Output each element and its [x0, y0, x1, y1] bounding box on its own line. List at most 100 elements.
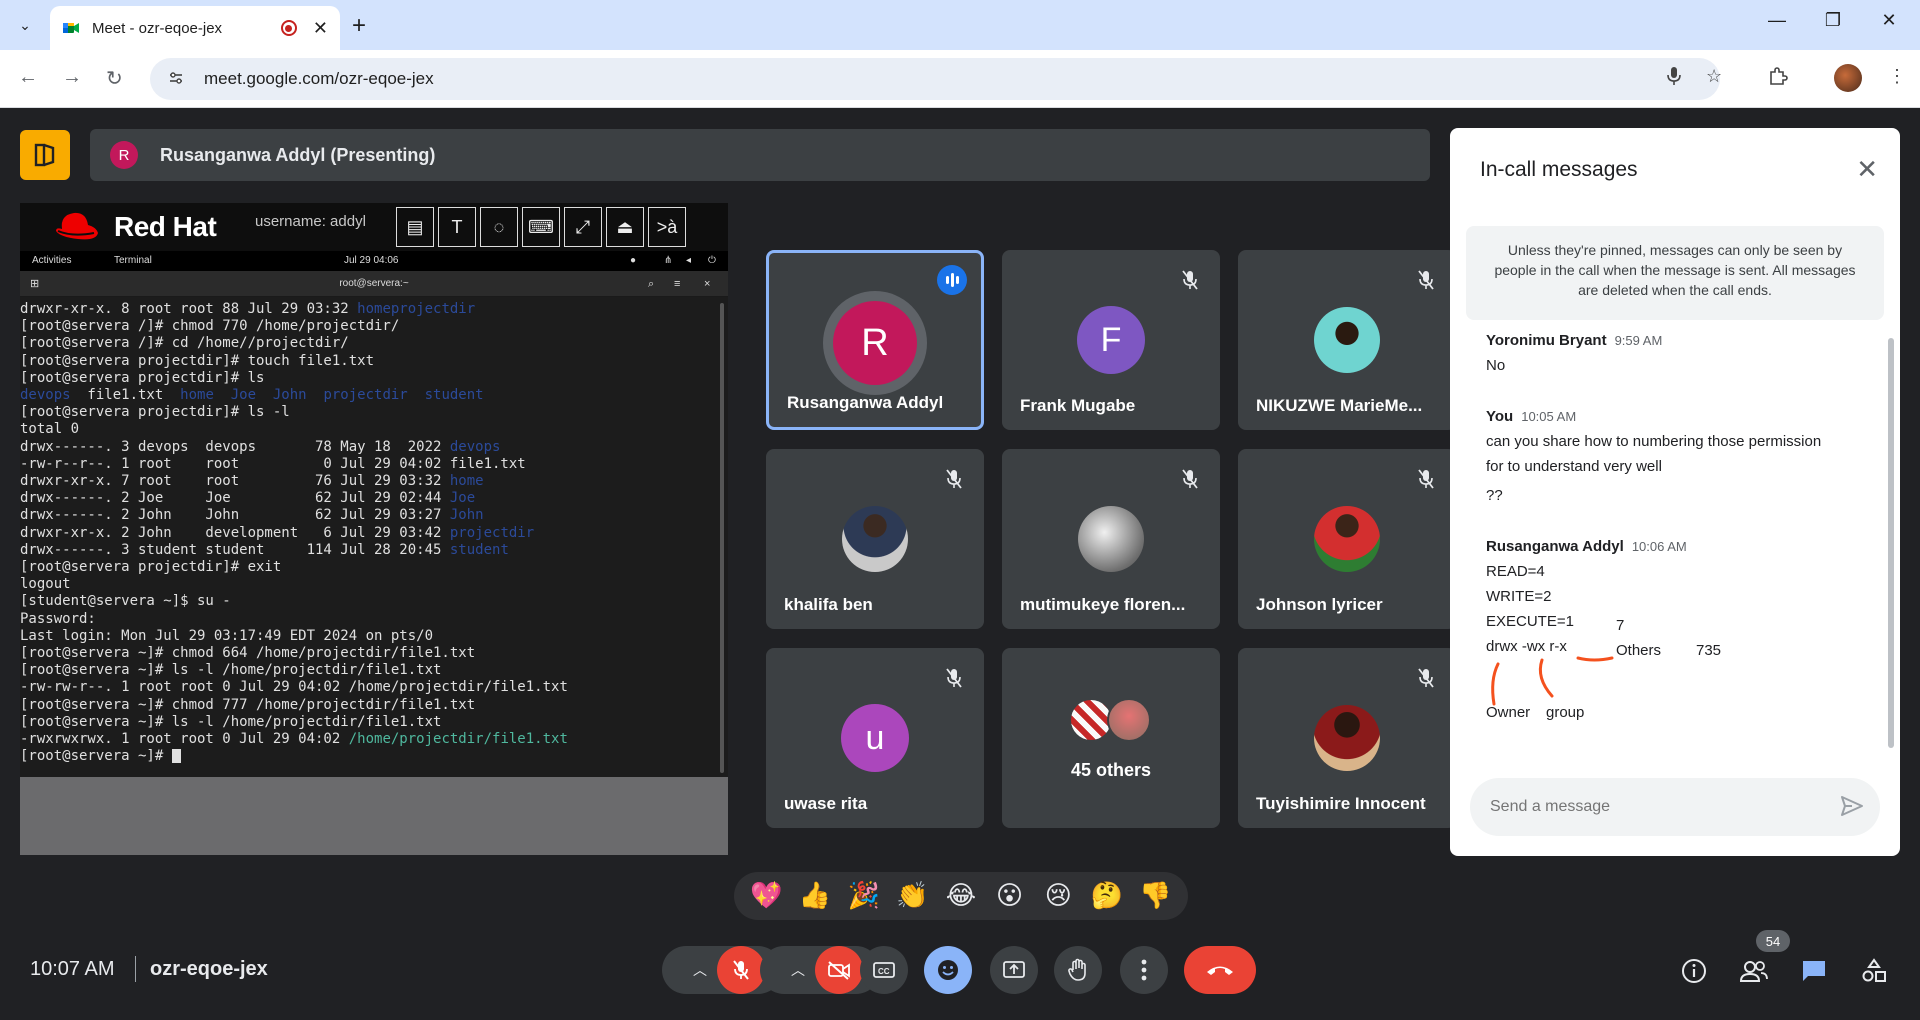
participant-tile[interactable]: mutimukeye floren...	[1002, 449, 1220, 629]
audio-options-chevron-icon[interactable]: ︿	[679, 960, 717, 980]
participant-name: uwase rita	[784, 794, 868, 813]
muted-mic-icon	[1412, 664, 1440, 692]
participant-tile[interactable]: Tuyishimire Innocent	[1238, 648, 1456, 828]
meeting-details-icon[interactable]	[1678, 955, 1710, 987]
tab-title: Meet - ozr-eqoe-jex	[92, 19, 223, 37]
activities-label: Activities	[32, 255, 72, 266]
participant-tile[interactable]: khalifa ben	[766, 449, 984, 629]
participant-tile[interactable]: u uwase rita	[766, 648, 984, 828]
message-text: READ=4	[1486, 563, 1545, 580]
close-tab-icon[interactable]: ✕	[313, 18, 328, 39]
reaction-emoji[interactable]: 😂	[940, 881, 982, 911]
refresh-tool-icon[interactable]: ◌	[480, 207, 518, 247]
terminal-text: drwxr-xr-x. 7 root root 76 Jul 29 03:32	[20, 473, 450, 490]
close-panel-icon[interactable]: ✕	[1856, 154, 1878, 185]
extensions-icon[interactable]	[1768, 66, 1788, 91]
terminal-text: Password:	[20, 610, 96, 627]
terminal-text: total 0	[20, 421, 80, 438]
participant-tile[interactable]: F Frank Mugabe	[1002, 250, 1220, 430]
reaction-emoji[interactable]: 😢	[1037, 881, 1079, 911]
microphone-icon[interactable]	[1666, 66, 1682, 91]
terminal-dir-name: devops	[20, 387, 71, 404]
terminal-text: -rw-r--r--. 1 root root 0 Jul 29 04:02 f…	[20, 455, 526, 472]
participant-tile[interactable]: R Rusanganwa Addyl	[766, 250, 984, 430]
message-text: ??	[1486, 487, 1503, 504]
emoji-reactions-button[interactable]	[924, 946, 972, 994]
participant-tile[interactable]: Johnson lyricer	[1238, 449, 1456, 629]
video-options-chevron-icon[interactable]: ︿	[777, 960, 815, 980]
participant-name: Frank Mugabe	[1020, 396, 1136, 415]
camera-off-button[interactable]	[815, 946, 863, 994]
back-icon[interactable]: ←	[18, 66, 38, 89]
leave-call-button[interactable]	[1184, 946, 1256, 994]
minimize-icon[interactable]: —	[1762, 10, 1792, 31]
captions-button[interactable]: CC	[860, 946, 908, 994]
message-sender: Rusanganwa Addyl	[1486, 538, 1624, 555]
tab-search-icon[interactable]: ⌄	[12, 13, 38, 37]
recording-indicator-icon	[280, 20, 297, 36]
network-icon: ⋔	[664, 255, 673, 266]
gnome-datetime: Jul 29 04:06	[344, 255, 399, 266]
annotation-number: 735	[1696, 642, 1722, 659]
profile-avatar[interactable]	[1834, 64, 1862, 92]
reaction-emoji[interactable]: 💖	[745, 881, 787, 911]
raise-hand-button[interactable]	[1054, 946, 1102, 994]
message-text: WRITE=2	[1486, 588, 1552, 605]
reload-icon[interactable]: ↻	[106, 66, 123, 91]
terminal-menu-icon: ≡	[674, 278, 681, 290]
new-tab-icon[interactable]: +	[352, 12, 366, 40]
document-tool-icon[interactable]: ▤	[396, 207, 434, 247]
companion-mode-icon[interactable]	[20, 130, 70, 180]
restore-icon[interactable]: ❐	[1818, 10, 1848, 31]
reaction-emoji[interactable]: 👏	[891, 881, 933, 911]
terminal-line: [root@servera ~]# ls -l /home/projectdir…	[20, 714, 728, 731]
muted-mic-icon	[940, 664, 968, 692]
avatar	[842, 506, 908, 572]
reaction-emoji[interactable]: 🎉	[843, 881, 885, 911]
terminal-text: [root@servera ~]# ls -l /home/projectdir…	[20, 662, 442, 679]
forward-icon[interactable]: →	[62, 66, 82, 89]
username-label: username: addyl	[255, 213, 366, 230]
terminal-text: [student@servera ~]$ su -	[20, 593, 231, 610]
send-icon[interactable]	[1840, 795, 1864, 823]
message-text: EXECUTE=1	[1486, 613, 1574, 630]
messages-scrollbar[interactable]	[1888, 338, 1894, 748]
participant-tile[interactable]: NIKUZWE MarieMe...	[1238, 250, 1456, 430]
input-method-tool-icon[interactable]: >à	[648, 207, 686, 247]
terminal-text: logout	[20, 576, 71, 593]
participant-name: mutimukeye floren...	[1020, 595, 1186, 614]
terminal-line: [root@servera /]# cd /home//projectdir/	[20, 335, 728, 352]
terminal-line: [student@servera ~]$ su -	[20, 593, 728, 610]
site-info-icon[interactable]	[168, 70, 186, 89]
address-bar-row: ← → ↻ meet.google.com/ozr-eqoe-jex ☆ ⋮	[0, 50, 1920, 108]
microphone-off-button[interactable]	[717, 946, 765, 994]
terminal-line: drwx------. 3 student student 114 Jul 28…	[20, 542, 728, 559]
browser-tab[interactable]: Meet - ozr-eqoe-jex ✕	[50, 6, 340, 50]
bookmark-star-icon[interactable]: ☆	[1706, 66, 1722, 87]
terminal-line: [root@servera projectdir]# ls -l	[20, 404, 728, 421]
terminal-dir-name: Joe	[449, 490, 476, 507]
chat-icon[interactable]	[1798, 955, 1830, 987]
send-message-input[interactable]	[1490, 798, 1820, 816]
participant-name: khalifa ben	[784, 595, 873, 614]
fullscreen-tool-icon[interactable]: ⤢	[564, 207, 602, 247]
message-compose	[1470, 778, 1880, 836]
activities-icon[interactable]	[1858, 955, 1890, 987]
reaction-emoji[interactable]: 😮	[989, 881, 1031, 911]
muted-mic-icon	[1412, 465, 1440, 493]
people-icon[interactable]	[1738, 955, 1770, 987]
present-screen-button[interactable]	[990, 946, 1038, 994]
reaction-emoji[interactable]: 🤔	[1086, 881, 1128, 911]
terminal-text: [root@servera ~]# ls -l /home/projectdir…	[20, 713, 442, 730]
text-tool-icon[interactable]: T	[438, 207, 476, 247]
reaction-emoji[interactable]: 👎	[1135, 881, 1177, 911]
browser-menu-icon[interactable]: ⋮	[1888, 66, 1906, 87]
close-window-icon[interactable]: ✕	[1874, 10, 1904, 31]
more-options-button[interactable]	[1120, 946, 1168, 994]
participant-tile[interactable]: 45 others	[1002, 648, 1220, 828]
keyboard-tool-icon[interactable]: ⌨	[522, 207, 560, 247]
terminal-line: drwx------. 2 John John 62 Jul 29 03:27 …	[20, 507, 728, 524]
omnibox[interactable]: meet.google.com/ozr-eqoe-jex	[150, 58, 1720, 100]
clipboard-tool-icon[interactable]: ⏏	[606, 207, 644, 247]
reaction-emoji[interactable]: 👍	[794, 881, 836, 911]
